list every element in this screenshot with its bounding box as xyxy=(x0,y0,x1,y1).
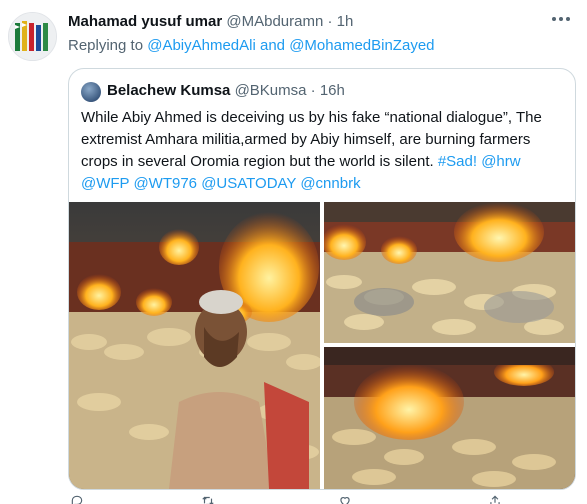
quote-author-name[interactable]: Belachew Kumsa xyxy=(107,82,230,99)
media-image-bottom-right[interactable] xyxy=(324,347,575,489)
verified-avatar[interactable] xyxy=(81,82,101,102)
quote-hashtag[interactable]: #Sad! xyxy=(438,153,477,170)
quote-time[interactable]: 16h xyxy=(320,82,345,99)
tweet-header: Mahamad yusuf umar @MAbduramn · 1h xyxy=(68,13,353,30)
quote-author-handle[interactable]: @BKumsa xyxy=(235,82,307,99)
mention-and: and xyxy=(260,37,286,54)
author-avatar[interactable] xyxy=(8,12,57,61)
author-name[interactable]: Mahamad yusuf umar xyxy=(68,13,222,30)
header-separator: · xyxy=(327,13,333,30)
author-handle[interactable]: @MAbduramn xyxy=(226,13,323,30)
media-image-main[interactable] xyxy=(69,202,320,489)
quote-text: While Abiy Ahmed is deceiving us by his … xyxy=(81,107,565,195)
media-grid xyxy=(69,202,575,489)
reply-icon[interactable] xyxy=(70,494,84,504)
like-icon[interactable] xyxy=(338,494,352,504)
retweet-icon[interactable] xyxy=(201,494,215,504)
quote-separator: · xyxy=(310,82,316,99)
flag-avatar-icon xyxy=(9,13,56,60)
mention-mohamed[interactable]: @MohamedBinZayed xyxy=(289,37,434,54)
more-options-icon[interactable] xyxy=(548,9,574,29)
media-image-top-right[interactable] xyxy=(324,202,575,343)
tweet-time[interactable]: 1h xyxy=(337,13,354,30)
quote-header: Belachew Kumsa @BKumsa · 16h xyxy=(107,82,345,99)
share-icon[interactable] xyxy=(488,494,502,504)
replying-to-label: Replying to xyxy=(68,37,144,54)
replying-to-line: Replying to @AbiyAhmedAli and @MohamedBi… xyxy=(68,37,435,54)
tweet-actions xyxy=(68,494,528,504)
quoted-tweet[interactable]: Belachew Kumsa @BKumsa · 16h While Abiy … xyxy=(68,68,576,490)
mention-abiy[interactable]: @AbiyAhmedAli xyxy=(147,37,256,54)
